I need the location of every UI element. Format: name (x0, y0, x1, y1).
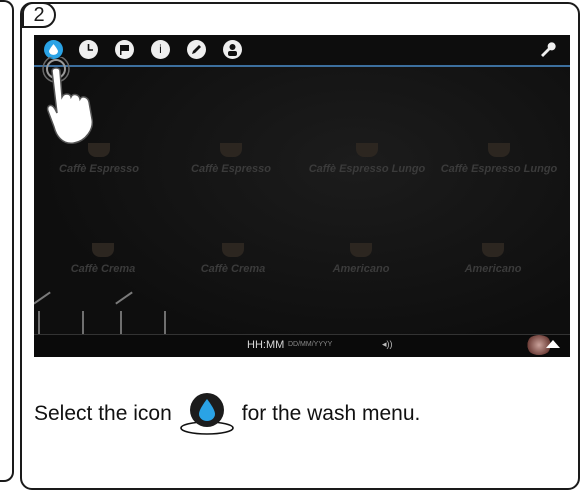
step-number-badge: 2 (22, 2, 56, 28)
product-label: Americano (464, 263, 522, 275)
pencil-icon[interactable] (187, 40, 206, 59)
time-readout: HH:MM (247, 339, 285, 351)
product-tile: Americano (296, 243, 426, 275)
flag-icon[interactable] (115, 40, 134, 59)
product-label: Caffè Espresso Lungo (440, 163, 558, 175)
wrench-icon[interactable] (538, 40, 556, 62)
product-tile: Caffè Espresso Lungo (434, 143, 564, 175)
instruction-text-after: for the wash menu. (241, 402, 421, 425)
product-label: Caffè Espresso Lungo (308, 163, 426, 175)
instruction-card: 2 i Caffè Espresso Caffè Espresso Caffè … (20, 2, 580, 490)
cup-image (222, 243, 244, 257)
product-tile: Caffè Espresso (34, 143, 164, 175)
cup-image (488, 143, 510, 157)
person-icon[interactable] (223, 40, 242, 59)
product-tile: Caffè Crema (38, 243, 168, 275)
cup-image (88, 143, 110, 157)
product-tile: Americano (428, 243, 558, 275)
instruction-text-before: Select the icon (34, 402, 172, 425)
product-label: Caffè Espresso (191, 163, 271, 175)
cup-image (350, 243, 372, 257)
product-tile: Caffè Crema (168, 243, 298, 275)
product-label: Caffè Espresso (59, 163, 139, 175)
display-top-bar: i (34, 35, 570, 67)
info-icon[interactable]: i (151, 40, 170, 59)
adjacent-panel-edge (0, 0, 14, 482)
display-background (34, 35, 570, 357)
product-label: Americano (332, 263, 390, 275)
instruction-text: Select the icon for the wash menu. (34, 390, 420, 438)
display-bottom-bar: HH:MM DD/MM/YYYY ◂)) (34, 334, 570, 357)
cup-image (482, 243, 504, 257)
cup-image (220, 143, 242, 157)
product-tile: Caffè Espresso Lungo (302, 143, 432, 175)
product-label: Caffè Crema (70, 263, 136, 275)
cup-image (356, 143, 378, 157)
pointing-hand-icon (42, 57, 94, 144)
water-drop-icon (176, 390, 238, 438)
product-tile: Caffè Espresso (166, 143, 296, 175)
expand-up-arrow-icon[interactable] (546, 340, 560, 348)
date-readout: DD/MM/YYYY (288, 341, 333, 348)
cup-image (92, 243, 114, 257)
product-label: Caffè Crema (200, 263, 266, 275)
machine-display-screenshot: i Caffè Espresso Caffè Espresso Caffè Es… (34, 35, 570, 357)
volume-icon[interactable]: ◂)) (382, 339, 393, 350)
